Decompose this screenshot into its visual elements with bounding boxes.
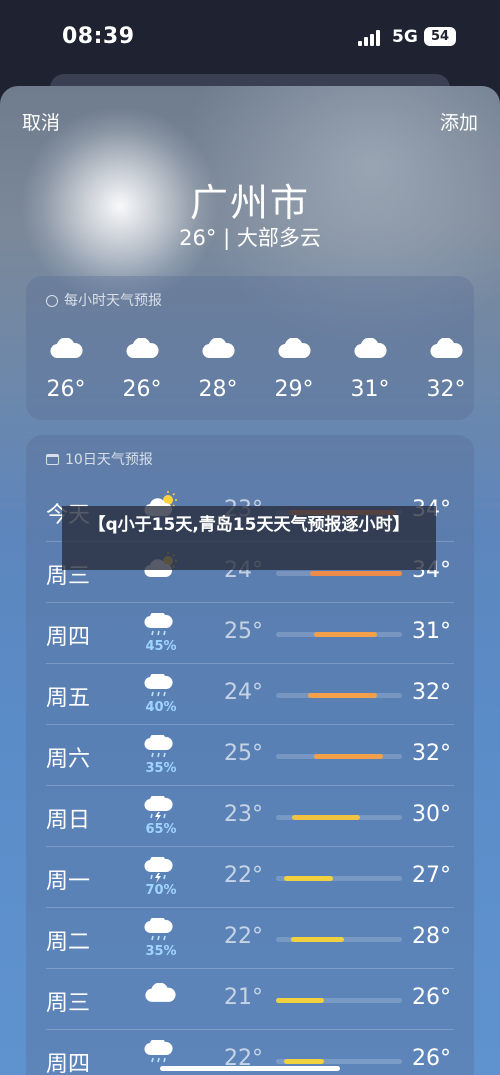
low-temp: 22°	[224, 924, 263, 949]
temp-range-bar	[283, 876, 333, 881]
day-label: 周二	[46, 930, 91, 955]
precip-chance: 40%	[145, 700, 177, 715]
temp-range-bar	[283, 1059, 324, 1064]
daily-row[interactable]: 周五 40% 24° 32°	[26, 664, 474, 725]
high-temp: 31°	[412, 619, 451, 644]
weather-preview-sheet: 取消 添加 广州市 26° | 大部多云 每小时天气预报 26° 26° 28° 29…	[0, 86, 500, 1075]
temp-range-track	[276, 998, 402, 1003]
daily-row[interactable]: 周六 35% 25° 32°	[26, 725, 474, 786]
daily-header: 10日天气预报	[46, 449, 153, 469]
calendar-icon	[46, 454, 59, 465]
hourly-item: 32°	[416, 337, 476, 403]
temp-range-track	[276, 876, 402, 881]
low-temp: 24°	[224, 680, 263, 705]
rain-cloud-icon	[144, 915, 178, 946]
day-label: 周五	[46, 686, 91, 711]
temp-range-bar	[310, 571, 402, 576]
hourly-item: 26°	[36, 337, 96, 403]
low-temp: 25°	[224, 619, 263, 644]
temp-range-bar	[313, 754, 384, 759]
city-name: 广州市	[189, 181, 310, 225]
day-label: 周四	[46, 625, 91, 650]
hourly-item: 29°	[264, 337, 324, 403]
temp-range-track	[276, 937, 402, 942]
hourly-item: 28°	[188, 337, 248, 403]
hourly-temp: 26°	[46, 377, 86, 403]
daily-row[interactable]: 周日 65% 23° 30°	[26, 786, 474, 847]
battery-indicator: 54	[424, 27, 456, 46]
daily-row[interactable]: 周四 45% 25° 31°	[26, 603, 474, 664]
precip-chance: 35%	[145, 761, 177, 776]
hourly-temp: 32°	[426, 377, 466, 403]
daily-header-label: 10日天气预报	[65, 452, 153, 468]
precip-chance: 45%	[145, 639, 177, 654]
hourly-forecast-card[interactable]: 每小时天气预报 26° 26° 28° 29° 31° 32°	[26, 276, 474, 420]
rain-cloud-icon	[144, 610, 178, 641]
daily-row[interactable]: 周三 21° 26°	[26, 969, 474, 1030]
temp-range-bar	[292, 815, 361, 820]
high-temp: 32°	[412, 680, 451, 705]
daily-row[interactable]: 周二 35% 22° 28°	[26, 908, 474, 969]
day-label: 周日	[46, 808, 91, 833]
low-temp: 21°	[224, 985, 263, 1010]
status-bar: 08:39 5G 54	[0, 0, 500, 80]
day-label: 周六	[46, 747, 91, 772]
high-temp: 32°	[412, 741, 451, 766]
hourly-temp: 31°	[350, 377, 390, 403]
temp-range-track	[276, 754, 402, 759]
day-label: 周四	[46, 1052, 91, 1075]
high-temp: 27°	[412, 863, 451, 888]
high-temp: 26°	[412, 985, 451, 1010]
temp-range-bar	[307, 693, 377, 698]
rain-cloud-icon	[144, 1037, 178, 1068]
rain-cloud-icon	[144, 732, 178, 763]
temp-range-track	[276, 1059, 402, 1064]
signal-strength-icon	[358, 30, 384, 46]
home-indicator[interactable]	[160, 1066, 340, 1071]
high-temp: 30°	[412, 802, 451, 827]
temp-range-bar	[291, 937, 344, 942]
overlay-caption: 【q小于15天,青岛15天天气预报逐小时】	[62, 506, 436, 570]
temp-range-track	[276, 815, 402, 820]
hourly-item: 26°	[112, 337, 172, 403]
current-condition: 26° | 大部多云	[179, 226, 321, 250]
high-temp: 28°	[412, 924, 451, 949]
low-temp: 25°	[224, 741, 263, 766]
cancel-button[interactable]: 取消	[22, 108, 60, 135]
temp-range-track	[276, 571, 402, 576]
temp-range-track	[276, 693, 402, 698]
hourly-temp: 28°	[198, 377, 238, 403]
network-type: 5G	[392, 27, 418, 47]
rain-cloud-icon	[144, 671, 178, 702]
high-temp: 26°	[412, 1046, 451, 1071]
cloud-icon	[49, 337, 83, 363]
precip-chance: 70%	[145, 883, 177, 898]
day-label: 周三	[46, 991, 91, 1016]
status-time: 08:39	[62, 24, 135, 49]
hourly-header: 每小时天气预报	[46, 290, 162, 310]
cloud-icon	[429, 337, 463, 363]
hourly-temp: 29°	[274, 377, 314, 403]
thunder-rain-icon	[144, 854, 178, 885]
cloud-icon	[353, 337, 387, 363]
temp-range-bar	[313, 632, 377, 637]
temp-range-track	[276, 632, 402, 637]
add-button[interactable]: 添加	[440, 108, 478, 135]
cloud-icon	[277, 337, 311, 363]
temp-range-bar	[276, 998, 324, 1003]
day-label: 周一	[46, 869, 91, 894]
hourly-header-label: 每小时天气预报	[64, 293, 162, 309]
precip-chance: 65%	[145, 822, 177, 837]
cloud-icon	[144, 979, 178, 1007]
cloud-icon	[125, 337, 159, 363]
low-temp: 22°	[224, 863, 263, 888]
clock-icon	[46, 295, 58, 307]
cloud-icon	[201, 337, 235, 363]
precip-chance: 35%	[145, 944, 177, 959]
thunder-rain-icon	[144, 793, 178, 824]
daily-row[interactable]: 周一 70% 22° 27°	[26, 847, 474, 908]
hourly-item: 31°	[340, 337, 400, 403]
low-temp: 23°	[224, 802, 263, 827]
hourly-temp: 26°	[122, 377, 162, 403]
